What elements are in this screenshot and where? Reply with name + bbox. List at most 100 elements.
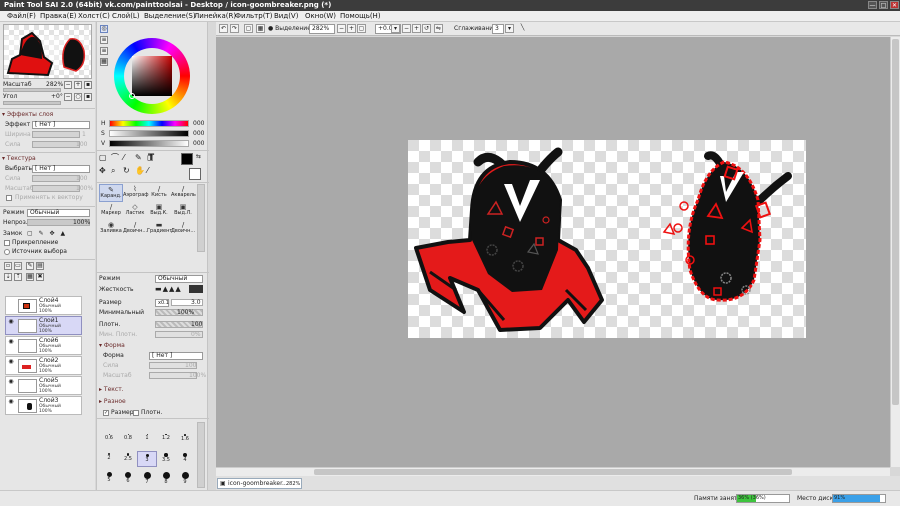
navigator-zoom-out-icon[interactable]: − xyxy=(64,81,72,89)
layer-row-selected[interactable]: ◉ Слой1 Обычный 100% xyxy=(5,316,82,335)
new-vector-layer-icon[interactable]: ▭ xyxy=(14,262,22,270)
menu-help[interactable]: Помощь(H) xyxy=(340,11,381,22)
flip-horizontal-icon[interactable]: ⇋ xyxy=(434,24,443,33)
canvas-viewport[interactable] xyxy=(216,37,890,467)
merge-down-icon[interactable]: ⇣ xyxy=(4,273,12,281)
brush-texture-header[interactable]: ▸ Текст. xyxy=(99,386,124,394)
shape-header[interactable]: ▾ Форма xyxy=(99,342,125,350)
color-picker-marker[interactable] xyxy=(129,93,135,99)
tool-watercolor[interactable]: / Акварель xyxy=(171,184,196,202)
tool-marker[interactable]: / Маркер xyxy=(99,202,123,220)
size-checkbox[interactable]: ✓ xyxy=(103,410,109,416)
blend-mode-select[interactable]: Обычный xyxy=(27,209,90,217)
tool-select-pen[interactable]: ▣ Выд.К. xyxy=(147,202,171,220)
primary-color-swatch[interactable] xyxy=(181,153,193,165)
menu-view[interactable]: Вид(V) xyxy=(274,11,298,22)
hue-slider[interactable] xyxy=(109,120,189,127)
tool-gradient[interactable]: ▬ Градиент xyxy=(147,220,172,238)
layer-effects-header[interactable]: ▾ Эффекты слоя xyxy=(2,111,53,119)
move-icon[interactable]: ✥ xyxy=(99,167,106,175)
tool-scrollbar[interactable] xyxy=(197,184,205,252)
new-layer-icon[interactable]: ▫ xyxy=(4,262,12,270)
visibility-eye-icon[interactable]: ◉ xyxy=(7,378,15,386)
menu-selection[interactable]: Выделение(S) xyxy=(144,11,196,22)
brush-size-cell[interactable]: 3.5 xyxy=(156,451,176,467)
menu-filter[interactable]: Фильтр(T) xyxy=(235,11,272,22)
zoom-field[interactable]: 282% xyxy=(309,24,335,34)
brush-mode-select[interactable]: Обычный xyxy=(155,275,203,283)
apply-vector-checkbox[interactable] xyxy=(6,195,12,201)
undo-icon[interactable]: ↶ xyxy=(219,24,228,33)
clip-checkbox[interactable] xyxy=(4,240,10,246)
brush-size-cell[interactable]: 1.2 xyxy=(156,432,176,448)
navigator-rotate-left-icon[interactable]: − xyxy=(64,93,72,101)
saturation-slider[interactable] xyxy=(109,130,189,137)
menu-edit[interactable]: Правка(E) xyxy=(40,11,77,22)
value-slider[interactable] xyxy=(109,140,189,147)
density-checkbox[interactable] xyxy=(133,410,139,416)
tool-binary-pen[interactable]: / Двоичн... xyxy=(123,220,147,238)
visibility-eye-icon[interactable]: ◉ xyxy=(7,358,15,366)
texture-power-slider[interactable] xyxy=(32,175,80,182)
brush-size-cell[interactable]: 0.8 xyxy=(118,432,138,448)
tool-bucket[interactable]: ◉ Заливка xyxy=(99,220,123,238)
deselect-icon[interactable]: ▢ xyxy=(244,24,253,33)
brush-size-scrollbar[interactable] xyxy=(197,422,205,488)
layer-row[interactable]: ◉ Слой5 Обычный 100% xyxy=(5,376,82,395)
hue-ring[interactable] xyxy=(114,38,190,114)
vertical-scroll-thumb[interactable] xyxy=(892,39,899,405)
brush-size-cell[interactable]: 0.6 xyxy=(99,432,119,448)
layer-row[interactable]: ◉ Слой3 Обычный 100% xyxy=(5,396,82,415)
color-wheel-tab-icon[interactable]: ◎ xyxy=(100,25,108,33)
minimize-button[interactable]: — xyxy=(868,1,877,9)
tool-select-eraser[interactable]: ▣ Выд.Л. xyxy=(171,202,195,220)
texture-scale-slider[interactable] xyxy=(32,185,80,192)
navigator-angle-slider[interactable] xyxy=(3,101,61,105)
new-folder-icon[interactable]: ▤ xyxy=(36,262,44,270)
tool-eraser[interactable]: ◇ Ластик xyxy=(123,202,147,220)
document-tab[interactable]: ▣ icon-goombreaker... 282% xyxy=(217,478,302,489)
canvas-document[interactable] xyxy=(408,140,806,338)
navigator-zoom-reset-icon[interactable]: ▪ xyxy=(84,81,92,89)
tool-binary-eraser[interactable]: / Двоичн... xyxy=(171,220,195,238)
vertical-scrollbar[interactable] xyxy=(890,37,900,467)
rotation-dropdown-icon[interactable]: ▾ xyxy=(391,24,400,33)
swap-colors-icon[interactable]: ⇆ xyxy=(196,153,201,161)
visibility-icon[interactable] xyxy=(7,298,15,306)
menu-canvas[interactable]: Холст(C) xyxy=(78,11,110,22)
close-button[interactable]: ✕ xyxy=(890,1,899,9)
text-tool-icon[interactable]: T xyxy=(148,154,154,163)
zoom-reset-icon[interactable]: ▢ xyxy=(357,24,366,33)
visibility-eye-icon[interactable]: ◉ xyxy=(7,318,15,326)
straight-line-icon[interactable]: ╲ xyxy=(518,24,527,33)
visibility-eye-icon[interactable]: ◉ xyxy=(7,338,15,346)
saturation-value-square[interactable] xyxy=(132,56,172,96)
brush-size-cell[interactable]: 9 xyxy=(175,470,195,486)
shape-select[interactable]: [ Нет ] xyxy=(149,352,203,360)
selection-source-checkbox[interactable] xyxy=(4,249,10,255)
smoothing-dropdown-icon[interactable]: ▾ xyxy=(505,24,514,33)
brush-size-cell[interactable]: 6 xyxy=(118,470,138,486)
layer-row[interactable]: ◉ Слой2 Обычный 100% xyxy=(5,356,82,375)
select-pen-icon[interactable]: ✎ xyxy=(135,154,142,162)
size-multiplier[interactable]: x0.1 xyxy=(155,299,169,307)
rotate-tool-icon[interactable]: ↻ xyxy=(123,167,130,175)
transfer-icon[interactable]: ⇡ xyxy=(14,273,22,281)
brush-size-cell[interactable]: 8 xyxy=(156,470,176,486)
horizontal-scrollbar[interactable] xyxy=(216,467,890,476)
brush-size-cell[interactable]: 2.5 xyxy=(118,451,138,467)
brush-size-cell[interactable]: 2 xyxy=(99,451,119,467)
effect-power-slider[interactable] xyxy=(32,141,80,148)
menu-file[interactable]: Файл(F) xyxy=(7,11,36,22)
hardness-selected[interactable] xyxy=(189,285,203,293)
smoothing-field[interactable]: 3 xyxy=(492,24,504,34)
maximize-button[interactable]: □ xyxy=(879,1,888,9)
texture-header[interactable]: ▾ Текстура xyxy=(2,155,36,163)
zoom-in-button[interactable]: + xyxy=(347,24,356,33)
hsv-slider-tab-icon[interactable]: ≡ xyxy=(100,47,108,55)
menu-layer[interactable]: Слой(L) xyxy=(112,11,140,22)
brush-size-cell[interactable]: 1 xyxy=(137,432,157,448)
magic-wand-icon[interactable]: ⁄ xyxy=(123,154,124,162)
misc-header[interactable]: ▸ Разное xyxy=(99,398,126,406)
navigator-zoom-in-icon[interactable]: + xyxy=(74,81,82,89)
